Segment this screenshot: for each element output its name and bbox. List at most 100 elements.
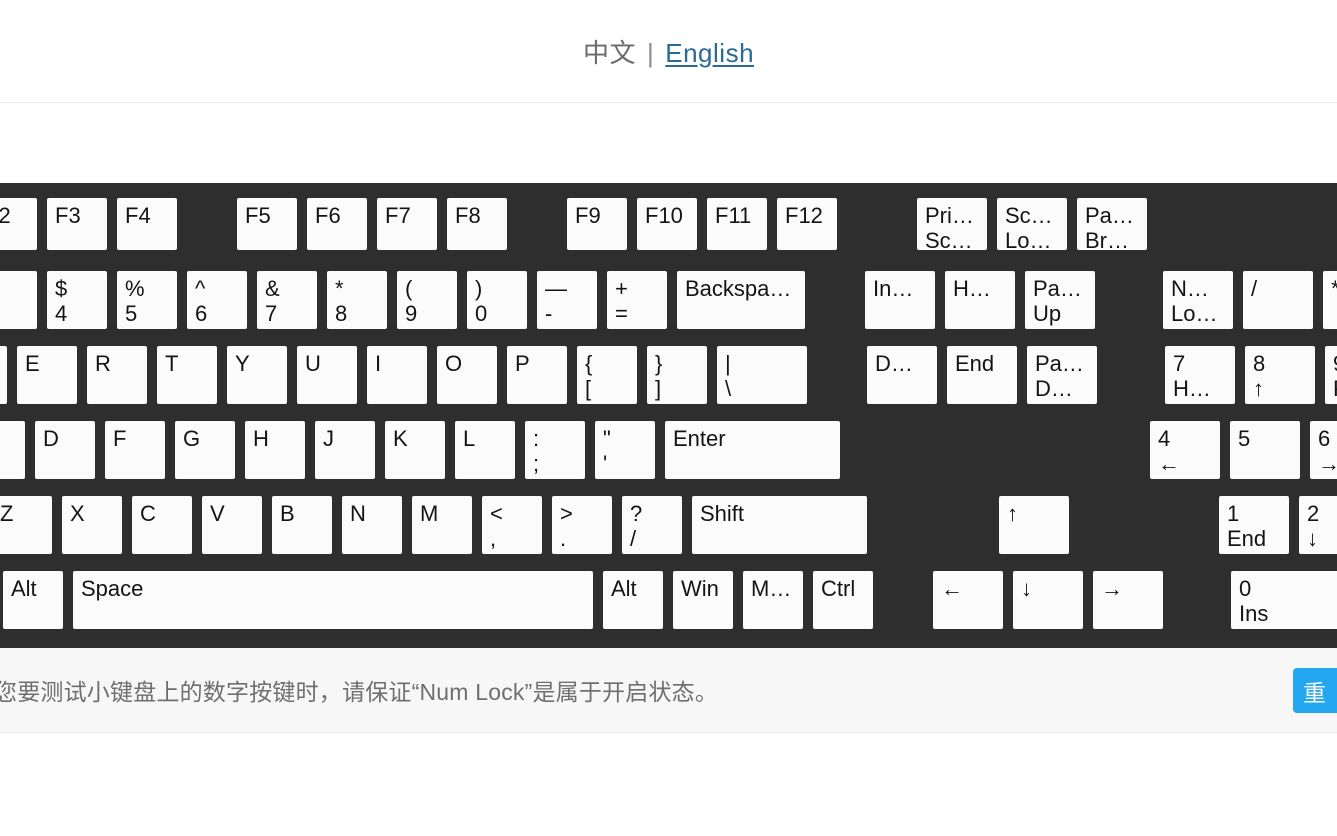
key-numpad-1[interactable]: 1 End	[1219, 496, 1289, 554]
key-s[interactable]: S	[0, 421, 25, 479]
key-space[interactable]: Space	[73, 571, 593, 629]
key-numpad-4[interactable]: 4 ←	[1150, 421, 1220, 479]
key-scroll-lock[interactable]: Sc… Lo…	[997, 198, 1067, 250]
key-f2[interactable]: F2	[0, 198, 37, 250]
fn-group-gap-3	[847, 198, 907, 250]
key-delete[interactable]: D…	[867, 346, 937, 404]
key-label: *	[1331, 276, 1337, 301]
key-n[interactable]: N	[342, 496, 402, 554]
reset-button[interactable]: 重	[1293, 668, 1337, 713]
key-p[interactable]: P	[507, 346, 567, 404]
key-6[interactable]: ^ 6	[187, 271, 247, 329]
key-slash[interactable]: ? /	[622, 496, 682, 554]
key-9[interactable]: ( 9	[397, 271, 457, 329]
key-arrow-down[interactable]: ↓	[1013, 571, 1083, 629]
key-t[interactable]: T	[157, 346, 217, 404]
key-sublabel: 0	[475, 301, 488, 326]
key-h[interactable]: H	[245, 421, 305, 479]
key-home[interactable]: H…	[945, 271, 1015, 329]
key-f9[interactable]: F9	[567, 198, 627, 250]
key-d[interactable]: D	[35, 421, 95, 479]
key-insert[interactable]: In…	[865, 271, 935, 329]
key-g[interactable]: G	[175, 421, 235, 479]
key-label: >	[560, 501, 573, 526]
key-w[interactable]: W	[0, 346, 7, 404]
key-menu[interactable]: M…	[743, 571, 803, 629]
fn-group-gap-2	[517, 198, 557, 250]
key-minus[interactable]: — -	[537, 271, 597, 329]
key-x[interactable]: X	[62, 496, 122, 554]
key-f8[interactable]: F8	[447, 198, 507, 250]
key-page-down[interactable]: Pa… D…	[1027, 346, 1097, 404]
key-numpad-7[interactable]: 7 H…	[1165, 346, 1235, 404]
key-enter[interactable]: Enter	[665, 421, 840, 479]
key-label: Pa…	[1033, 276, 1082, 301]
key-period[interactable]: > .	[552, 496, 612, 554]
key-y[interactable]: Y	[227, 346, 287, 404]
key-numpad-0[interactable]: 0 Ins	[1231, 571, 1337, 629]
key-8[interactable]: * 8	[327, 271, 387, 329]
key-alt-right[interactable]: Alt	[603, 571, 663, 629]
key-quote[interactable]: " '	[595, 421, 655, 479]
key-f6[interactable]: F6	[307, 198, 367, 250]
key-f5[interactable]: F5	[237, 198, 297, 250]
key-arrow-left[interactable]: ←	[933, 571, 1003, 629]
key-f7[interactable]: F7	[377, 198, 437, 250]
key-pause-break[interactable]: Pa… Br…	[1077, 198, 1147, 250]
key-0[interactable]: ) 0	[467, 271, 527, 329]
key-ctrl-right[interactable]: Ctrl	[813, 571, 873, 629]
key-3[interactable]: # 3	[0, 271, 37, 329]
key-o[interactable]: O	[437, 346, 497, 404]
key-bracket-left[interactable]: { [	[577, 346, 637, 404]
key-numpad-2[interactable]: 2 ↓	[1299, 496, 1337, 554]
key-numpad-8[interactable]: 8 ↑	[1245, 346, 1315, 404]
key-numpad-divide[interactable]: /	[1243, 271, 1313, 329]
header-keyboard-gap	[0, 103, 1337, 183]
key-bracket-right[interactable]: } ]	[647, 346, 707, 404]
key-7[interactable]: & 7	[257, 271, 317, 329]
language-link-chinese[interactable]: 中文	[583, 33, 636, 70]
key-page-up[interactable]: Pa… Up	[1025, 271, 1095, 329]
key-label: 9	[1333, 351, 1337, 376]
key-f[interactable]: F	[105, 421, 165, 479]
key-c[interactable]: C	[132, 496, 192, 554]
key-e[interactable]: E	[17, 346, 77, 404]
key-l[interactable]: L	[455, 421, 515, 479]
key-label: *	[335, 276, 344, 301]
key-f12[interactable]: F12	[777, 198, 837, 250]
key-u[interactable]: U	[297, 346, 357, 404]
key-win-right[interactable]: Win	[673, 571, 733, 629]
key-k[interactable]: K	[385, 421, 445, 479]
key-numpad-6[interactable]: 6 →	[1310, 421, 1337, 479]
key-m[interactable]: M	[412, 496, 472, 554]
key-numpad-9[interactable]: 9 P…	[1325, 346, 1337, 404]
key-v[interactable]: V	[202, 496, 262, 554]
key-backspace[interactable]: Backspa…	[677, 271, 805, 329]
key-alt-left[interactable]: Alt	[3, 571, 63, 629]
key-backslash[interactable]: | \	[717, 346, 807, 404]
key-numpad-5[interactable]: 5	[1230, 421, 1300, 479]
key-comma[interactable]: < ,	[482, 496, 542, 554]
language-link-english[interactable]: English	[665, 38, 754, 69]
key-z[interactable]: Z	[0, 496, 52, 554]
key-equals[interactable]: + =	[607, 271, 667, 329]
key-r[interactable]: R	[87, 346, 147, 404]
key-f4[interactable]: F4	[117, 198, 177, 250]
key-5[interactable]: % 5	[117, 271, 177, 329]
key-j[interactable]: J	[315, 421, 375, 479]
language-bar: 中文 | English	[0, 0, 1337, 103]
key-f11[interactable]: F11	[707, 198, 767, 250]
key-arrow-right[interactable]: →	[1093, 571, 1163, 629]
key-arrow-up[interactable]: ↑	[999, 496, 1069, 554]
key-i[interactable]: I	[367, 346, 427, 404]
key-num-lock[interactable]: N… Lo…	[1163, 271, 1233, 329]
key-print-screen[interactable]: Pri… Sc…	[917, 198, 987, 250]
key-numpad-multiply[interactable]: *	[1323, 271, 1337, 329]
key-semicolon[interactable]: : ;	[525, 421, 585, 479]
key-shift-right[interactable]: Shift	[692, 496, 867, 554]
key-4[interactable]: $ 4	[47, 271, 107, 329]
key-b[interactable]: B	[272, 496, 332, 554]
key-f3[interactable]: F3	[47, 198, 107, 250]
key-f10[interactable]: F10	[637, 198, 697, 250]
key-end[interactable]: End	[947, 346, 1017, 404]
